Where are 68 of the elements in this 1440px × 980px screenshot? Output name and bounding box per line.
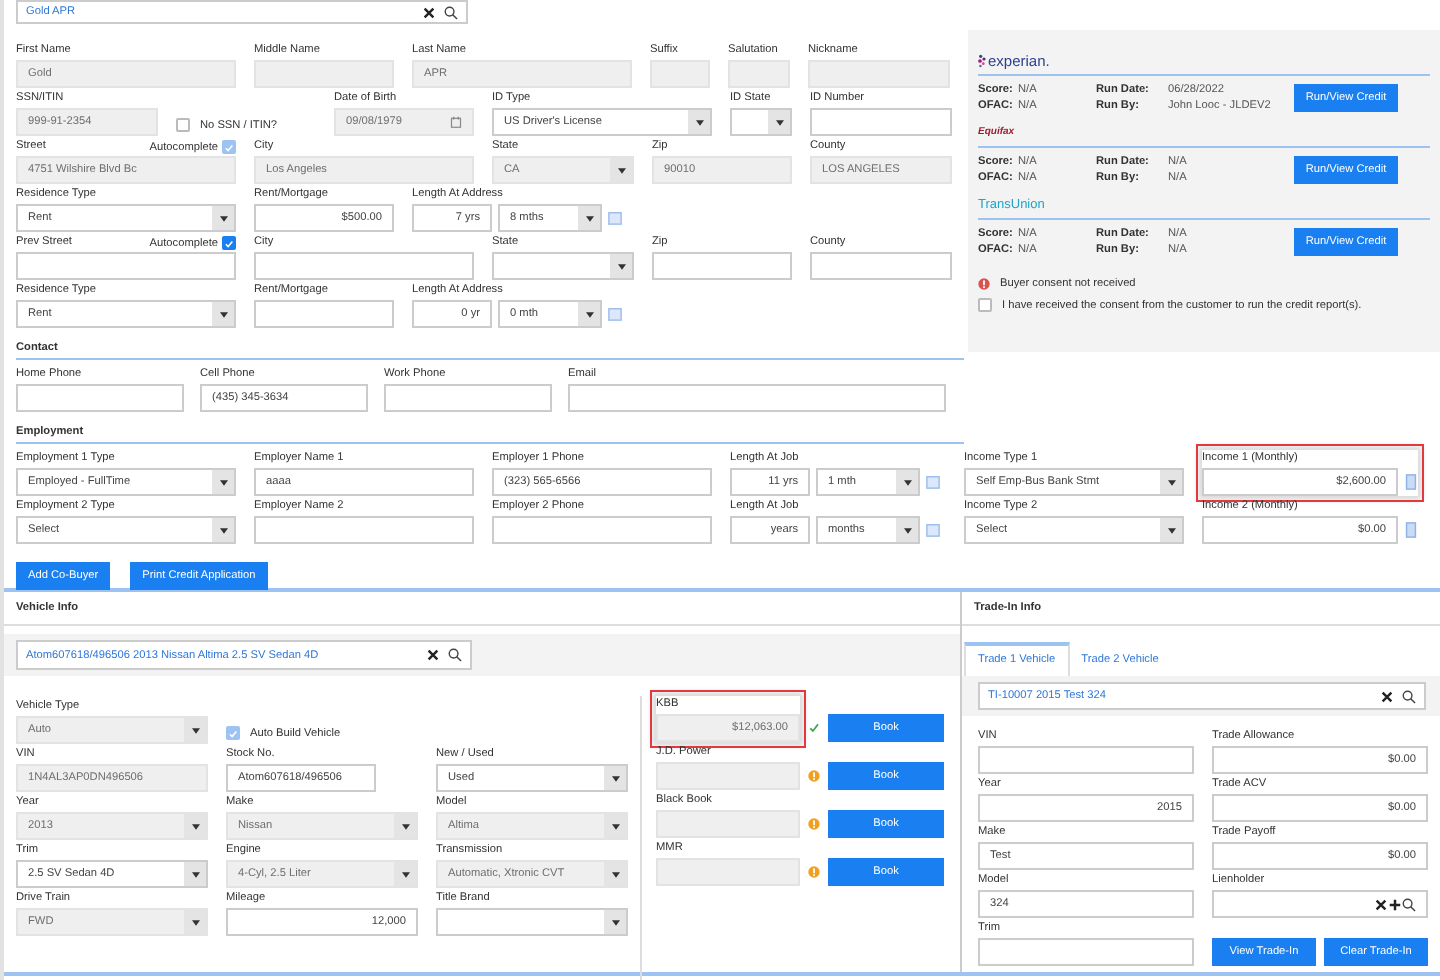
check-icon bbox=[224, 237, 234, 249]
check-icon bbox=[228, 727, 238, 739]
caret-icon bbox=[191, 823, 199, 829]
calculator-icon bbox=[1404, 474, 1418, 490]
text-field[interactable] bbox=[656, 810, 800, 838]
text-field[interactable] bbox=[384, 384, 552, 412]
text-field[interactable] bbox=[810, 252, 952, 280]
caret-icon bbox=[191, 871, 199, 877]
caret-icon bbox=[401, 871, 409, 877]
text-field[interactable] bbox=[16, 384, 184, 412]
close-icon[interactable] bbox=[426, 648, 440, 662]
caret-icon bbox=[191, 919, 199, 925]
text-field[interactable] bbox=[656, 762, 800, 790]
checkbox[interactable] bbox=[978, 298, 992, 312]
caret-icon bbox=[617, 167, 625, 173]
calendar-icon bbox=[608, 210, 622, 226]
caret-icon bbox=[585, 311, 593, 317]
caret-icon bbox=[1167, 479, 1175, 485]
caret-icon bbox=[611, 823, 619, 829]
checkbox[interactable] bbox=[222, 236, 236, 250]
close-icon[interactable] bbox=[422, 5, 436, 19]
caret-icon bbox=[191, 727, 199, 733]
caret-icon bbox=[611, 871, 619, 877]
calendar-icon bbox=[926, 474, 940, 490]
dropdown[interactable] bbox=[436, 908, 628, 936]
plus-icon bbox=[1388, 897, 1402, 911]
caret-icon bbox=[219, 479, 227, 485]
lookup-field[interactable] bbox=[1212, 890, 1428, 918]
calculator-icon bbox=[1404, 522, 1418, 538]
error-icon bbox=[978, 278, 990, 290]
text-field[interactable] bbox=[568, 384, 946, 412]
text-field[interactable] bbox=[656, 858, 800, 886]
search-icon[interactable] bbox=[444, 5, 458, 19]
caret-icon bbox=[611, 775, 619, 781]
dropdown[interactable] bbox=[492, 252, 634, 280]
close-icon bbox=[1374, 897, 1388, 911]
text-field[interactable] bbox=[810, 108, 952, 136]
caret-icon bbox=[1167, 527, 1175, 533]
caret-icon bbox=[611, 919, 619, 925]
text-field[interactable] bbox=[254, 252, 474, 280]
caret-icon bbox=[695, 119, 703, 125]
logo-dots-icon bbox=[978, 53, 986, 67]
caret-icon bbox=[219, 527, 227, 533]
calendar-icon bbox=[608, 306, 622, 322]
search-icon[interactable] bbox=[1402, 689, 1416, 703]
text-field[interactable] bbox=[492, 516, 712, 544]
text-field[interactable] bbox=[978, 938, 1194, 966]
text-field[interactable] bbox=[978, 746, 1194, 774]
text-field[interactable] bbox=[254, 516, 474, 544]
caret-icon bbox=[903, 527, 911, 533]
calendar-icon bbox=[926, 522, 940, 538]
caret-icon bbox=[775, 119, 783, 125]
caret-icon bbox=[617, 263, 625, 269]
checkbox[interactable] bbox=[176, 118, 190, 132]
calendar-icon bbox=[450, 116, 462, 128]
caret-icon bbox=[585, 215, 593, 221]
text-field[interactable] bbox=[254, 300, 394, 328]
dropdown[interactable] bbox=[730, 108, 792, 136]
close-icon[interactable] bbox=[1380, 689, 1394, 703]
text-field[interactable] bbox=[16, 252, 236, 280]
caret-icon bbox=[219, 311, 227, 317]
caret-icon bbox=[219, 215, 227, 221]
check-icon bbox=[224, 141, 234, 153]
search-icon bbox=[1402, 897, 1416, 911]
search-icon[interactable] bbox=[448, 648, 462, 662]
caret-icon bbox=[401, 823, 409, 829]
text-field[interactable] bbox=[652, 252, 792, 280]
caret-icon bbox=[903, 479, 911, 485]
